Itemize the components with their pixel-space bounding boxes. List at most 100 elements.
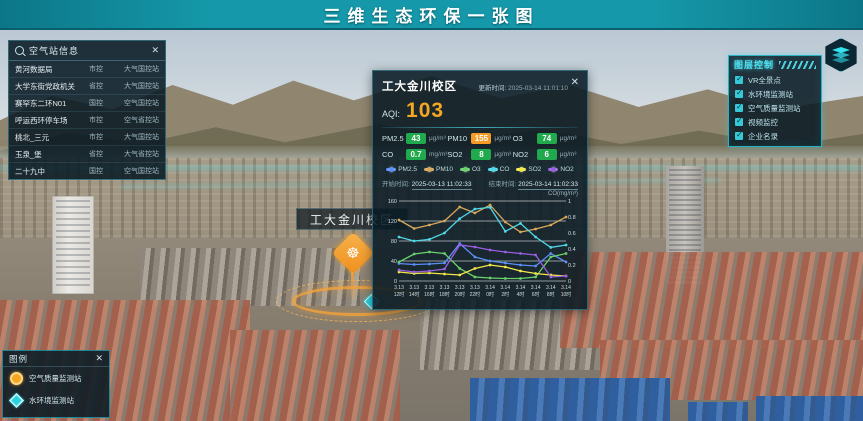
svg-text:8时: 8时 [547,291,555,298]
station-name: 黄河数据局 [15,64,89,75]
chart-legend-item[interactable]: SO2 [516,166,541,173]
svg-text:22时: 22时 [470,291,481,298]
layer-item[interactable]: 空气质量监测站 [729,101,821,115]
checkbox-checked-icon[interactable] [735,118,743,126]
series-swatch-icon [488,168,498,171]
svg-text:3.13: 3.13 [470,285,480,291]
layer-item[interactable]: 水环境监测站 [729,87,821,101]
page-title: 三维生态环保一张图 [324,2,540,27]
station-list-panel: 空气站信息 ✕ 黄河数据局 市控 大气国控站 大学东街党政机关 省控 大气国控站… [8,40,166,180]
station-level: 省控 [89,149,111,159]
station-row[interactable]: 二十九中 国控 空气国控站 [9,163,165,180]
legend-panel: 图例 ✕ 空气质量监测站 水环境监测站 [2,350,110,418]
svg-text:3.14: 3.14 [546,285,556,291]
popup-header: 工大金川校区 更新时间: 2025-03-14 11:01:10 [382,78,578,94]
update-time: 更新时间: 2025-03-14 11:01:10 [457,82,568,92]
chart-legend-item[interactable]: O3 [460,166,481,173]
layer-rows: VR全景点 水环境监测站 空气质量监测站 视频监控 企业名录 [729,73,821,143]
aqi-label: AQI: [382,109,400,119]
svg-text:12时: 12时 [394,291,405,298]
svg-text:14时: 14时 [409,291,420,298]
pollutant-unit: µg/m³ [560,135,577,142]
svg-text:18时: 18时 [439,291,450,298]
pollutant-unit: mg/m³ [429,151,447,158]
layer-item[interactable]: VR全景点 [729,73,821,87]
station-type: 空气国控站 [111,98,159,108]
svg-text:3.14: 3.14 [561,285,571,291]
pollutant-value-badge: 74 [537,133,557,144]
station-level: 省控 [89,81,111,91]
start-time-input[interactable]: 2025-03-13 11:02:33 [412,181,472,190]
time-range-row: 开始时间: 2025-03-13 11:02:33 结束时间: 2025-03-… [382,178,578,188]
legend-item-label: 水环境监测站 [29,395,74,406]
svg-text:3.14: 3.14 [531,285,541,291]
legend-item: 水环境监测站 [3,389,109,411]
pollutant-unit: µg/m³ [560,151,577,158]
checkbox-checked-icon[interactable] [735,76,743,84]
marker-stem [351,270,354,300]
update-time-value: 2025-03-14 11:01:10 [508,85,568,92]
chart-legend-item[interactable]: CO [488,166,510,173]
svg-text:1: 1 [568,199,571,205]
station-level: 国控 [89,98,111,108]
chart-legend-item[interactable]: PM2.5 [386,166,417,173]
station-row[interactable]: 呼运西环停车场 市控 空气省控站 [9,112,165,129]
series-name: PM2.5 [398,166,417,173]
svg-text:80: 80 [391,239,397,245]
pollutant-unit: µg/m³ [429,135,446,142]
pollutant-cell: O3 74 µg/m³ [513,133,578,144]
station-row[interactable]: 桃北_三元 市控 大气国控站 [9,129,165,146]
close-icon[interactable]: ✕ [95,354,103,363]
svg-text:4时: 4时 [517,291,525,298]
svg-text:3.13: 3.13 [394,285,404,291]
search-icon[interactable] [15,46,24,55]
checkbox-checked-icon[interactable] [735,90,743,98]
svg-text:3.14: 3.14 [485,285,495,291]
air-station-legend-icon [10,372,23,385]
station-row[interactable]: 黄河数据局 市控 大气国控站 [9,61,165,78]
checkbox-checked-icon[interactable] [735,104,743,112]
pollutant-cell: SO2 8 µg/m³ [447,149,512,160]
series-name: NO2 [560,166,573,173]
pollutant-cell: PM10 155 µg/m³ [447,133,512,144]
layer-item[interactable]: 企业名录 [729,129,821,143]
end-time-input[interactable]: 2025-03-14 11:02:33 [518,181,578,190]
station-row[interactable]: 大学东街党政机关 省控 大气国控站 [9,78,165,95]
series-swatch-icon [516,168,526,171]
station-row[interactable]: 玉泉_堡 省控 大气省控站 [9,146,165,163]
svg-text:3.14: 3.14 [516,285,526,291]
svg-text:10时: 10时 [561,291,572,298]
legend-item: 空气质量监测站 [3,367,109,389]
station-type: 大气国控站 [111,81,159,91]
station-row[interactable]: 赛罕东二环N01 国控 空气国控站 [9,95,165,112]
checkbox-checked-icon[interactable] [735,132,743,140]
svg-text:3.13: 3.13 [424,285,434,291]
close-icon[interactable]: ✕ [571,77,579,88]
station-type: 大气国控站 [111,132,159,142]
layer-panel-title: 图层控制 [734,58,774,71]
building-cluster [560,252,863,348]
aqi-value: 103 [406,99,444,123]
close-icon[interactable]: ✕ [151,46,159,55]
station-detail-popup: ✕ 工大金川校区 更新时间: 2025-03-14 11:01:10 AQI: … [372,70,588,310]
end-time-label: 结束时间: [489,181,517,188]
svg-text:3.13: 3.13 [409,285,419,291]
svg-text:3.14: 3.14 [500,285,510,291]
station-name: 二十九中 [15,166,89,177]
svg-text:0时: 0时 [486,291,494,298]
chart-legend-item[interactable]: NO2 [548,166,573,173]
warehouse-cluster [756,396,863,421]
pollutant-label: O3 [513,134,537,143]
layer-item-label: 视频监控 [748,117,778,128]
pollutant-grid: PM2.5 43 µg/m³ PM10 155 µg/m³ O3 74 µg/m… [382,133,578,160]
station-name: 呼运西环停车场 [15,115,89,126]
layer-item-label: 水环境监测站 [748,89,793,100]
layers-icon [832,47,850,63]
chart-legend-item[interactable]: PM10 [424,166,453,173]
series-swatch-icon [460,168,470,171]
series-swatch-icon [548,168,558,171]
layer-item[interactable]: 视频监控 [729,115,821,129]
pollutant-label: SO2 [447,150,471,159]
popup-title: 工大金川校区 [382,78,457,94]
pollutant-chart[interactable]: 0408012016000.20.40.60.813.1312时3.1314时3… [382,197,580,301]
